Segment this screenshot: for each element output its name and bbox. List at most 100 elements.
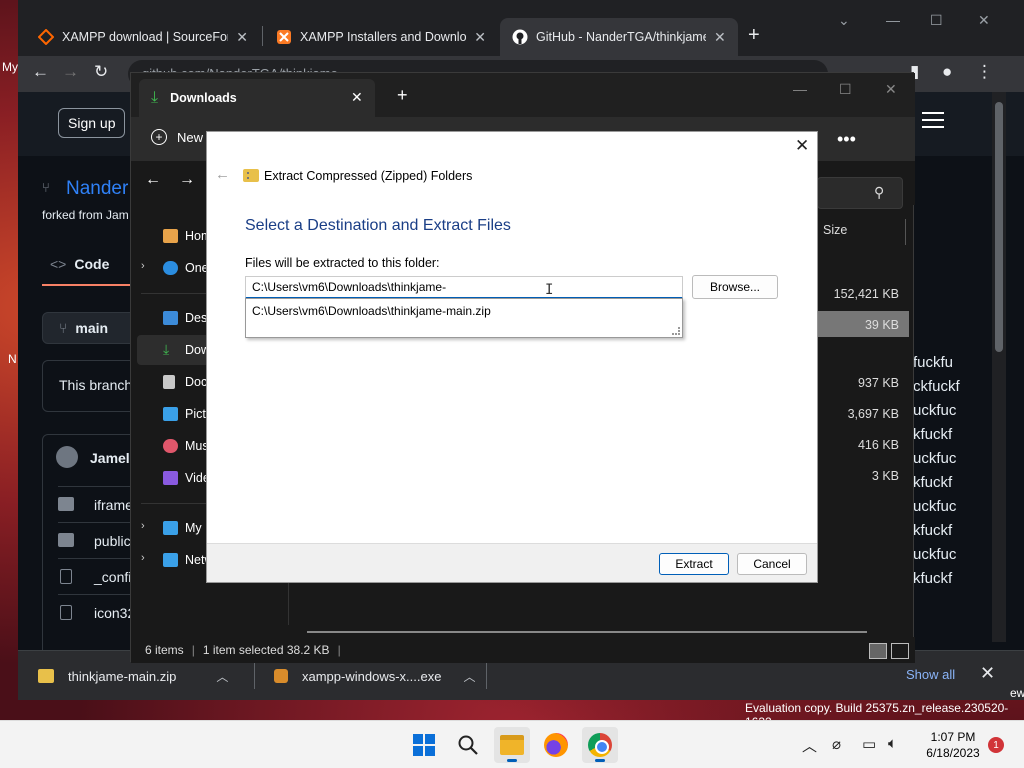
notification-badge[interactable]: 1 (988, 737, 1004, 753)
videos-icon (163, 471, 178, 485)
browse-button[interactable]: Browse... (692, 275, 778, 299)
maximize-icon[interactable]: ☐ (839, 81, 852, 98)
back-icon[interactable]: ← (32, 62, 49, 82)
desktop-icon (163, 311, 178, 325)
volume-icon[interactable]: 🔈︎ (888, 735, 897, 752)
display-icon[interactable]: ▭ (862, 735, 876, 753)
forked-from-text[interactable]: forked from Jam (42, 208, 129, 222)
taskbar-chrome[interactable] (582, 727, 618, 763)
github-icon (512, 29, 528, 45)
commit-author[interactable]: Jamel (90, 450, 130, 466)
close-window-icon[interactable]: ✕ (885, 81, 897, 98)
close-downloads-icon[interactable]: ✕ (980, 663, 995, 684)
show-all-link[interactable]: Show all (906, 667, 955, 682)
chevron-right-icon[interactable]: › (141, 552, 145, 564)
browser-tab-github[interactable]: GitHub - NanderTGA/thinkjame-main ✕ (500, 18, 738, 56)
extract-dialog: ✕ ← Extract Compressed (Zipped) Folders … (206, 131, 818, 583)
back-icon[interactable]: ← (215, 166, 230, 183)
tab-search-icon[interactable]: ⌄ (838, 12, 850, 29)
tiles-view-icon[interactable] (891, 643, 909, 659)
explorer-titlebar: ⤓ Downloads ✕ + — ☐ ✕ (131, 73, 915, 117)
code-tab[interactable]: <> Code (50, 256, 109, 272)
readme-text-line: kfuckf (913, 570, 953, 587)
minimize-icon[interactable]: — (793, 81, 807, 97)
reload-icon[interactable]: ↻ (94, 62, 108, 82)
pictures-icon (163, 407, 178, 421)
readme-text-line: uckfuc (913, 402, 957, 419)
search-button[interactable] (450, 727, 486, 763)
signup-button[interactable]: Sign up (58, 108, 126, 138)
text-cursor-icon: I (545, 282, 554, 298)
branch-notice: This branch (42, 360, 142, 412)
readme-text-line: kfuckf (913, 522, 953, 539)
destination-input[interactable] (245, 276, 683, 299)
tab-strip: XAMPP download | SourceForge.net ✕ XAMPP… (18, 0, 1024, 56)
search-box[interactable]: ⚲ (817, 177, 903, 209)
forward-icon[interactable]: → (179, 171, 195, 189)
maximize-icon[interactable]: ☐ (930, 12, 943, 29)
horizontal-scrollbar[interactable] (307, 631, 867, 633)
page-scrollbar[interactable] (992, 92, 1006, 642)
cancel-button[interactable]: Cancel (737, 553, 807, 575)
download-separator (254, 663, 255, 689)
taskbar-firefox[interactable] (538, 727, 574, 763)
minimize-icon[interactable]: — (886, 12, 900, 28)
code-tab-underline (42, 284, 142, 286)
profile-icon[interactable]: ● (942, 62, 952, 82)
browser-tab-sourceforge[interactable]: XAMPP download | SourceForge.net ✕ (26, 18, 260, 56)
close-tab-icon[interactable]: ✕ (236, 29, 248, 46)
column-header-size[interactable]: Size (823, 223, 847, 237)
explorer-tab-downloads[interactable]: ⤓ Downloads ✕ (139, 79, 375, 117)
extract-button[interactable]: Extract (659, 553, 729, 575)
chevron-up-icon[interactable]: ︿ (216, 668, 228, 685)
new-tab-button[interactable]: + (748, 24, 760, 47)
hamburger-menu-icon[interactable] (922, 112, 944, 128)
close-tab-icon[interactable]: ✕ (474, 29, 486, 46)
more-options-icon[interactable]: ••• (837, 129, 856, 150)
desktop-icon-label[interactable]: My (2, 60, 18, 74)
autocomplete-option[interactable]: C:\Users\vm6\Downloads\thinkjame-main.zi… (252, 304, 491, 318)
repo-owner-link[interactable]: Nander (66, 178, 128, 200)
details-view-icon[interactable] (869, 643, 887, 659)
close-tab-icon[interactable]: ✕ (714, 29, 726, 46)
chevron-up-icon[interactable]: ︿ (463, 668, 475, 685)
readme-text-line: kfuckf (913, 474, 953, 491)
column-divider[interactable] (905, 219, 906, 245)
close-dialog-icon[interactable]: ✕ (795, 136, 809, 156)
chrome-icon (588, 733, 612, 757)
chevron-right-icon[interactable]: › (141, 520, 145, 532)
browser-tab-xampp[interactable]: XAMPP Installers and Downloads for Apach… (264, 18, 498, 56)
back-icon[interactable]: ← (145, 171, 161, 189)
forward-icon[interactable]: → (62, 62, 79, 82)
chevron-up-icon[interactable]: ︿ (802, 735, 817, 756)
avatar[interactable] (56, 446, 78, 468)
chevron-right-icon[interactable]: › (141, 260, 145, 272)
download-arrow-icon: ⤓ (151, 89, 159, 106)
xampp-icon (277, 30, 291, 44)
music-icon (163, 439, 178, 453)
computer-icon (163, 521, 178, 535)
close-tab-icon[interactable]: ✕ (351, 89, 363, 106)
clock[interactable]: 1:07 PM 6/18/2023 (918, 729, 988, 761)
menu-icon[interactable]: ⋮ (976, 62, 993, 82)
network-offline-icon[interactable]: ⌀ (832, 735, 841, 753)
branch-selector[interactable]: ⑂ main (42, 312, 142, 344)
search-icon: ⚲ (874, 184, 885, 200)
desktop-icon-label[interactable]: N (8, 352, 17, 366)
resize-grip-icon[interactable] (672, 327, 680, 335)
tab-separator (262, 26, 263, 46)
sourceforge-icon (38, 29, 54, 45)
scrollbar-thumb[interactable] (995, 102, 1003, 352)
search-icon (458, 735, 478, 755)
branch-icon: ⑂ (59, 320, 68, 336)
new-button[interactable]: + New (151, 129, 203, 145)
taskbar-file-explorer[interactable] (494, 727, 530, 763)
folder-icon (58, 533, 74, 547)
start-button[interactable] (406, 727, 442, 763)
close-window-icon[interactable]: ✕ (978, 12, 990, 29)
new-tab-button[interactable]: + (397, 85, 408, 106)
file-icon (60, 605, 72, 620)
destination-label: Files will be extracted to this folder: (245, 256, 440, 270)
readme-text-line: uckfuc (913, 450, 957, 467)
taskbar: ︿ ⌀ ▭ 🔈︎ 1:07 PM 6/18/2023 1 (0, 720, 1024, 768)
